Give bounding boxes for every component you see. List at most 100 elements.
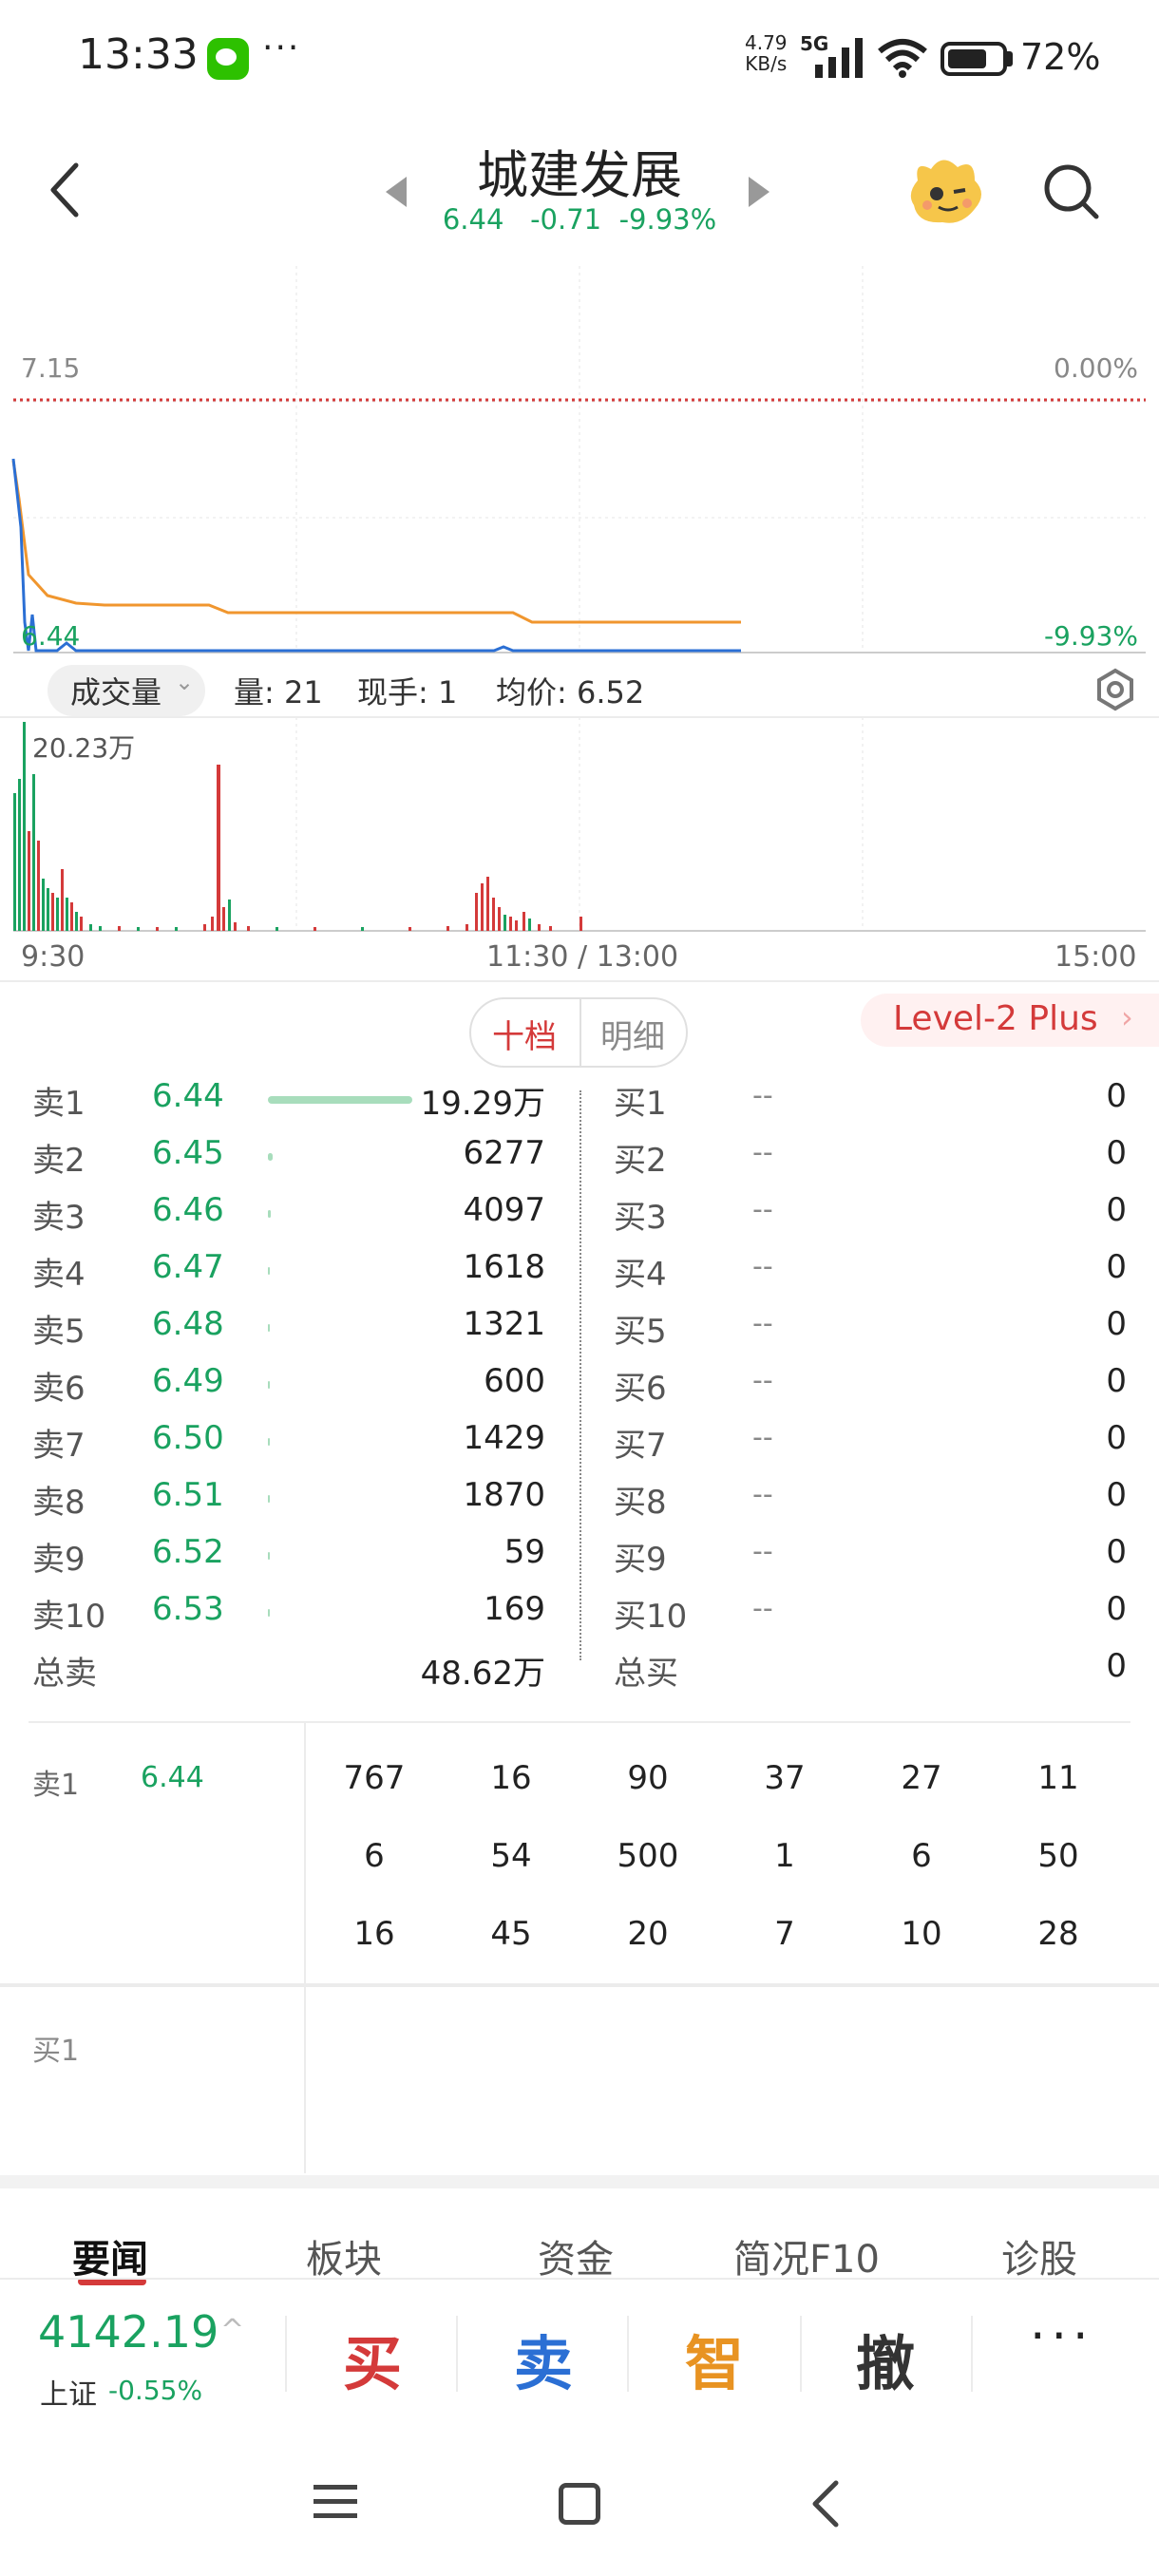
settings-gear-icon[interactable] (1092, 667, 1138, 712)
ask-price: 6.53 (152, 1590, 224, 1628)
chevron-right-icon: › (1121, 999, 1133, 1035)
volume-bar (222, 907, 225, 931)
volume-bar (234, 922, 237, 931)
prev-stock-icon[interactable] (386, 177, 407, 207)
queue-order: 6 (911, 1837, 932, 1875)
bottom-tab[interactable]: 诊股 (1001, 2228, 1077, 2283)
bid-price: -- (752, 1421, 773, 1454)
bottom-tab[interactable]: 板块 (306, 2228, 382, 2283)
volume-bar (66, 898, 68, 931)
smart-button[interactable]: 智 (657, 2316, 771, 2401)
bottom-tab[interactable]: 资金 (538, 2228, 614, 2283)
network-speed-value: 4.79 (745, 31, 788, 54)
orderbook-divider (580, 1090, 581, 1660)
mascot-icon[interactable] (904, 152, 988, 228)
bid-volume: 0 (1106, 1362, 1127, 1400)
ask-volume-bar (268, 1210, 271, 1218)
bid-price: -- (752, 1250, 773, 1283)
bid-volume: 0 (1106, 1077, 1127, 1115)
queue-top-line (28, 1721, 1130, 1723)
volume-bar (156, 927, 159, 931)
bid-volume: 0 (1106, 1191, 1127, 1229)
volume-bar (498, 907, 501, 931)
ask-volume-bar (268, 1153, 273, 1161)
nav-back-icon[interactable] (809, 2479, 840, 2529)
ask-volume-bar (268, 1267, 270, 1275)
sell-button[interactable]: 卖 (486, 2316, 600, 2401)
bid-price: -- (752, 1079, 773, 1112)
volume-bar (137, 927, 140, 931)
nav-home-icon[interactable] (559, 2483, 600, 2525)
ask-volume: 59 (504, 1533, 545, 1571)
volume-qty: 量: 21 (234, 674, 323, 710)
ask-price: 6.45 (152, 1134, 224, 1172)
tab-divider (580, 999, 581, 1066)
bid-label: 买7 (614, 1427, 667, 1465)
ask-volume-bar (268, 1324, 270, 1332)
volume-bar (408, 927, 411, 931)
volume-max-label: 20.23万 (32, 732, 135, 764)
ask-price: 6.52 (152, 1533, 224, 1571)
volume-bar (509, 917, 512, 931)
bid-price: -- (752, 1592, 773, 1625)
queue-order: 54 (490, 1837, 532, 1875)
index-value[interactable]: 4142.19 (38, 2306, 218, 2358)
volume-bar (481, 883, 484, 931)
bid-label: 买10 (614, 1598, 688, 1636)
stock-price: 6.44 (442, 203, 504, 236)
queue-order: 27 (901, 1759, 942, 1797)
ask-price: 6.48 (152, 1305, 224, 1343)
intraday-chart[interactable]: 7.15 0.00% 6.44 -9.93% 20.23万 (0, 261, 1159, 983)
stock-title: 城建发展 (477, 145, 682, 205)
bottom-tab[interactable]: 简况F10 (733, 2228, 880, 2283)
volume-bar (486, 877, 489, 931)
stock-quote: 6.44 -0.71 -9.93% (408, 203, 750, 236)
volume-bar (538, 924, 541, 931)
ask-label: 卖4 (32, 1256, 86, 1294)
queue-vline (304, 1721, 306, 2173)
bid-volume: 0 (1106, 1248, 1127, 1286)
volume-bar (549, 926, 552, 931)
bid-price: -- (752, 1307, 773, 1340)
ask-volume-bar (268, 1552, 270, 1560)
bid-price: -- (752, 1478, 773, 1511)
buy-button[interactable]: 买 (315, 2316, 429, 2401)
queue-order: 28 (1037, 1915, 1079, 1953)
queue-order: 50 (1037, 1837, 1079, 1875)
chart-bottom-right: -9.93% (1044, 620, 1138, 652)
bottom-tab[interactable]: 要闻 (72, 2228, 148, 2283)
bid-label: 买4 (614, 1256, 667, 1294)
index-change: -0.55% (108, 2375, 203, 2406)
more-options-icon[interactable]: ··· (1030, 2308, 1094, 2365)
chevron-up-icon[interactable]: ^ (220, 2314, 244, 2347)
volume-bar (32, 774, 35, 931)
volume-bar (314, 927, 316, 931)
volume-bar (276, 927, 278, 931)
cancel-order-button[interactable]: 撤 (828, 2316, 942, 2401)
bid-price: -- (752, 1364, 773, 1397)
queue-order: 500 (617, 1837, 679, 1875)
volume-bar (51, 893, 54, 931)
volume-bar (446, 926, 449, 931)
volume-bar (89, 924, 92, 931)
volume-bar (56, 898, 59, 931)
back-icon[interactable] (48, 161, 82, 218)
queue-order: 10 (901, 1915, 942, 1953)
nav-menu-icon[interactable] (314, 2483, 357, 2521)
action-divider (971, 2316, 973, 2392)
section-divider (0, 980, 1159, 982)
search-icon[interactable] (1041, 161, 1102, 222)
time-end: 15:00 (1054, 940, 1137, 974)
next-stock-icon[interactable] (749, 177, 770, 207)
ask-volume: 6277 (463, 1134, 545, 1172)
queue-mid-line (0, 1983, 1159, 1987)
volume-bar (75, 912, 78, 931)
volume-bar (175, 927, 178, 931)
volume-bar (528, 919, 531, 931)
ask-volume: 19.29万 (420, 1085, 545, 1123)
volume-bar (118, 926, 121, 931)
volume-bar (47, 888, 49, 931)
bid-label: 买2 (614, 1142, 667, 1180)
queue-order: 16 (490, 1759, 532, 1797)
tab-detail[interactable]: 明细 (600, 1011, 665, 1057)
